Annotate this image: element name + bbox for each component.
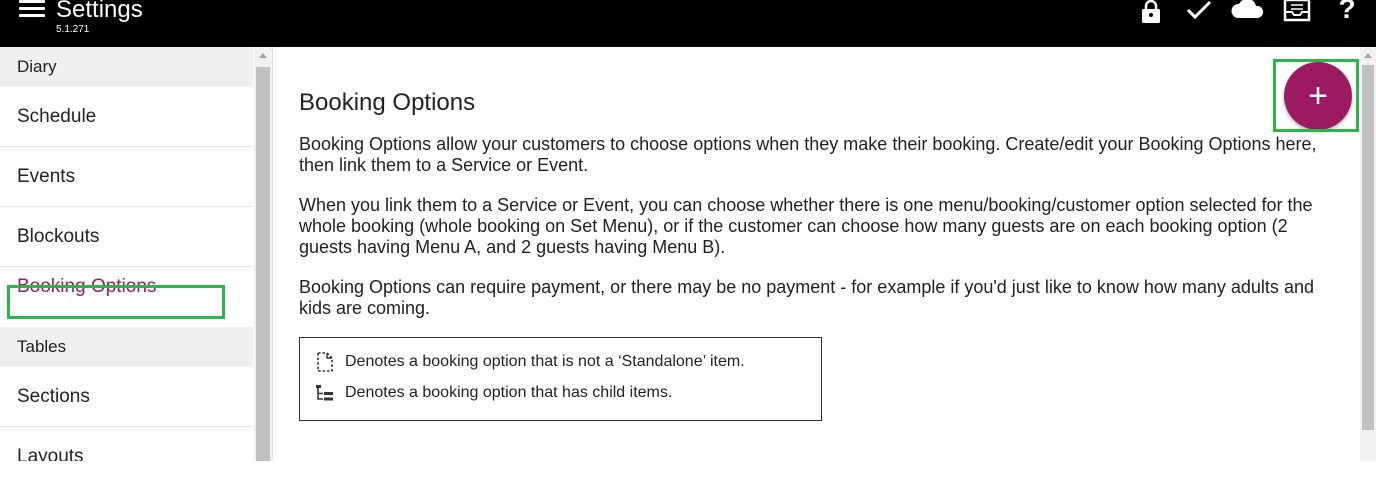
main-content: Booking Options Booking Options allow yo… [274, 47, 1360, 461]
page-title: Booking Options [299, 89, 476, 116]
icon-legend-box: Denotes a booking option that is not a ‘… [299, 337, 822, 421]
sidebar-item-schedule[interactable]: Schedule [0, 87, 253, 147]
app-title: Settings [56, 0, 143, 23]
scroll-up-arrow-icon[interactable] [254, 51, 272, 61]
legend-row-child-items: Denotes a booking option that has child … [315, 382, 672, 404]
scroll-up-arrow-icon[interactable] [1360, 51, 1376, 61]
add-booking-option-button[interactable]: + [1284, 62, 1352, 130]
sidebar-section-tables: Tables [0, 327, 253, 367]
menu-icon[interactable] [19, 0, 45, 18]
cloud-icon[interactable] [1229, 0, 1267, 24]
description-paragraph-3: Booking Options can require payment, or … [299, 277, 1314, 318]
settings-sidebar: Diary Schedule Events Blockouts Booking … [0, 47, 273, 461]
description-paragraph-2: When you link them to a Service or Event… [299, 195, 1313, 257]
check-icon[interactable] [1184, 0, 1214, 24]
inbox-icon[interactable] [1282, 0, 1312, 24]
sidebar-item-sections[interactable]: Sections [0, 367, 253, 427]
sidebar-item-events[interactable]: Events [0, 147, 253, 207]
sidebar-item-booking-options[interactable]: Booking Options [0, 267, 253, 327]
main-scroll-thumb[interactable] [1362, 65, 1374, 430]
main-scrollbar[interactable] [1360, 47, 1376, 461]
sidebar-list: Diary Schedule Events Blockouts Booking … [0, 47, 253, 461]
sidebar-scrollbar[interactable] [254, 47, 272, 461]
hierarchy-icon [315, 383, 335, 403]
lock-icon[interactable] [1136, 0, 1166, 24]
legend-row-not-standalone: Denotes a booking option that is not a ‘… [315, 351, 745, 373]
sidebar-scroll-thumb[interactable] [256, 67, 270, 461]
sidebar-section-diary: Diary [0, 47, 253, 87]
app-version: 5.1.271 [56, 24, 90, 35]
sidebar-item-blockouts[interactable]: Blockouts [0, 207, 253, 267]
sidebar-item-layouts[interactable]: Layouts [0, 427, 253, 461]
legend-text-child-items: Denotes a booking option that has child … [345, 384, 673, 401]
dashed-document-icon [315, 352, 335, 372]
legend-text-not-standalone: Denotes a booking option that is not a ‘… [345, 353, 745, 370]
description-paragraph-1: Booking Options allow your customers to … [299, 134, 1317, 175]
top-bar: Settings 5.1.271 ? [0, 0, 1376, 47]
help-icon[interactable]: ? [1332, 0, 1362, 23]
